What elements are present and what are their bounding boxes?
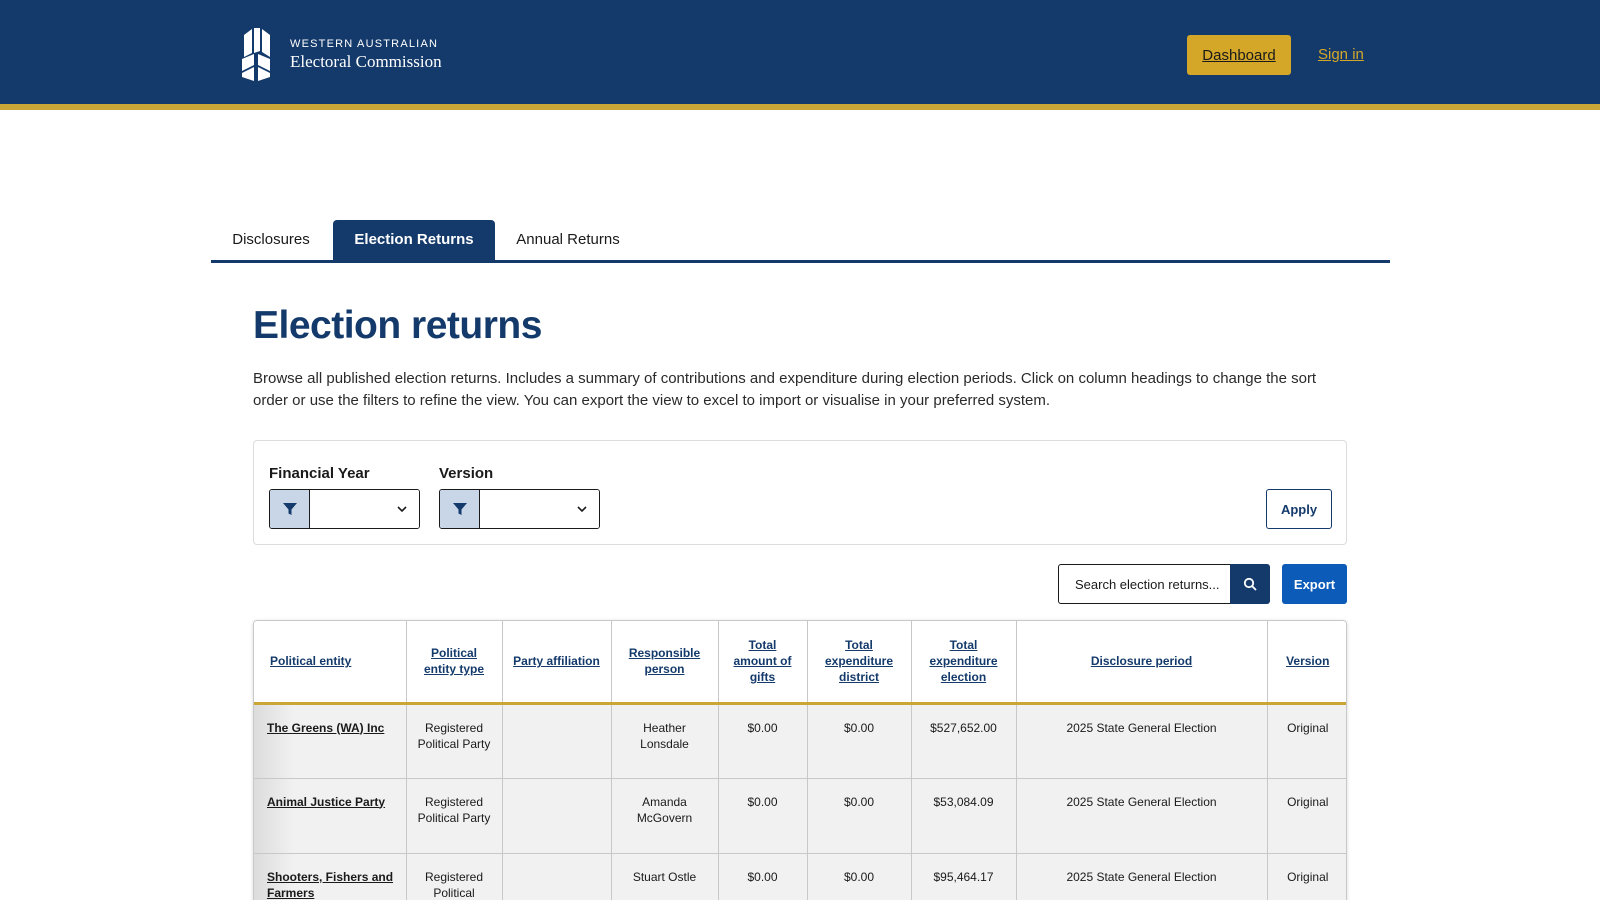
column-header-version[interactable]: Version [1267,621,1346,705]
entity-link[interactable]: The Greens (WA) Inc [267,721,384,735]
site-header: WESTERN AUSTRALIAN Electoral Commission … [0,0,1600,110]
cell-entity: Shooters, Fishers and Farmers [254,853,407,900]
entity-link[interactable]: Animal Justice Party [267,795,385,809]
cell-exp-district: $0.00 [807,703,912,779]
cell-affiliation [502,778,612,854]
version-select[interactable] [439,489,600,529]
page-title: Election returns [253,304,542,347]
chevron-down-icon [397,506,407,513]
tab-bar: Disclosures Election Returns Annual Retu… [211,220,1390,263]
cell-version: Original [1267,778,1346,854]
search-button[interactable] [1230,564,1270,604]
column-header-total-gifts[interactable]: Total amount of gifts [718,621,808,705]
filter-icon [452,503,467,515]
cell-exp-election: $527,652.00 [911,703,1017,779]
dashboard-button[interactable]: Dashboard [1187,35,1291,75]
sign-in-link[interactable]: Sign in [1318,46,1364,63]
cell-type: Registered Political [406,853,503,900]
column-header-responsible-person[interactable]: Responsible person [611,621,719,705]
page-description: Browse all published election returns. I… [253,370,1317,409]
entity-link[interactable]: Shooters, Fishers and Farmers [267,870,393,900]
cell-gifts: $0.00 [718,778,808,854]
table-row: The Greens (WA) Inc Registered Political… [254,703,1346,779]
column-header-expenditure-district[interactable]: Total expenditure district [807,621,912,705]
cell-affiliation [502,853,612,900]
logo-line1: WESTERN AUSTRALIAN [290,38,439,50]
election-returns-table: Political entity Political entity type P… [253,620,1347,900]
search-bar [1058,564,1270,604]
export-button[interactable]: Export [1282,564,1347,604]
search-input[interactable] [1058,564,1230,604]
cell-period: 2025 State General Election [1016,853,1268,900]
cell-type: Registered Political Party [406,778,503,854]
cell-person: Stuart Ostle [611,853,719,900]
cell-exp-election: $53,084.09 [911,778,1017,854]
cell-entity: The Greens (WA) Inc [254,703,407,779]
filter-panel: Financial Year Version Apply [253,440,1347,545]
chevron-down-icon [577,506,587,513]
cell-period: 2025 State General Election [1016,778,1268,854]
financial-year-label: Financial Year [269,465,370,482]
cell-entity: Animal Justice Party [254,778,407,854]
filter-icon-box [270,490,310,528]
table-row: Animal Justice Party Registered Politica… [254,778,1346,854]
version-label: Version [439,465,494,482]
cell-affiliation [502,703,612,779]
tab-disclosures[interactable]: Disclosures [211,220,331,260]
cell-exp-district: $0.00 [807,853,912,900]
cell-gifts: $0.00 [718,703,808,779]
column-header-political-entity-type[interactable]: Political entity type [406,621,503,705]
cell-period: 2025 State General Election [1016,703,1268,779]
cell-exp-election: $95,464.17 [911,853,1017,900]
table-row: Shooters, Fishers and Farmers Registered… [254,853,1346,900]
cell-type: Registered Political Party [406,703,503,779]
tab-election-returns[interactable]: Election Returns [333,220,495,260]
filter-icon [282,503,297,515]
search-icon [1243,577,1257,591]
cell-version: Original [1267,703,1346,779]
column-header-disclosure-period[interactable]: Disclosure period [1016,621,1268,705]
tab-annual-returns[interactable]: Annual Returns [495,220,641,260]
cell-person: Heather Lonsdale [611,703,719,779]
wa-electoral-commission-logo[interactable]: WESTERN AUSTRALIAN Electoral Commission [240,26,442,84]
cell-gifts: $0.00 [718,853,808,900]
column-header-party-affiliation[interactable]: Party affiliation [502,621,612,705]
table-header-row: Political entity Political entity type P… [254,621,1346,705]
cell-version: Original [1267,853,1346,900]
column-header-political-entity[interactable]: Political entity [254,621,407,705]
financial-year-select[interactable] [269,489,420,529]
logo-mark-icon [242,28,270,81]
filter-icon-box [440,490,480,528]
logo-line2: Electoral Commission [290,52,442,71]
column-header-expenditure-election[interactable]: Total expenditure election [911,621,1017,705]
cell-exp-district: $0.00 [807,778,912,854]
cell-person: Amanda McGovern [611,778,719,854]
apply-button[interactable]: Apply [1266,489,1332,529]
